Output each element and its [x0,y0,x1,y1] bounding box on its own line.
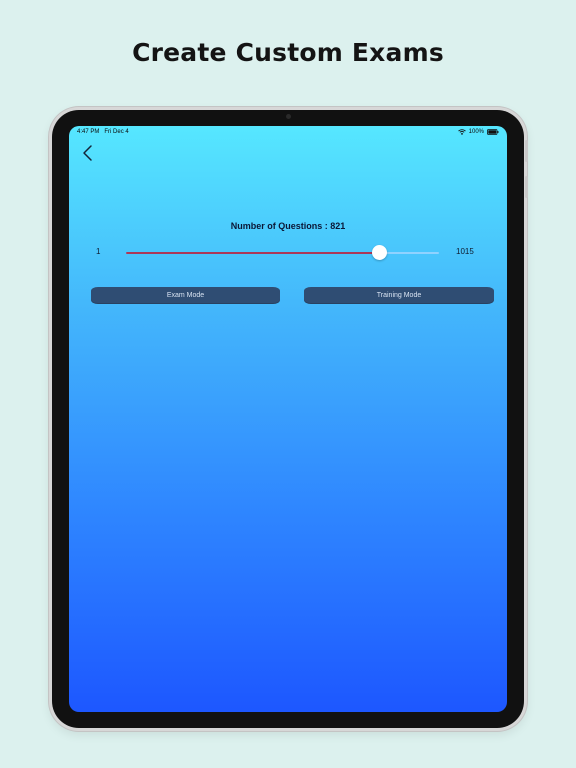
slider-fill [126,252,380,254]
chevron-left-icon [81,145,95,166]
headline: Create Custom Exams [132,38,444,67]
training-mode-button[interactable]: Training Mode [304,287,494,304]
back-button[interactable] [81,144,95,162]
status-time: 4:47 PM [77,129,100,135]
exam-mode-label: Exam Mode [166,292,205,299]
slider-min-label: 1 [96,247,101,256]
wifi-icon [457,129,466,135]
exam-mode-button[interactable]: Exam Mode [91,287,280,304]
status-bar: 4:47 PM Fri Dec 4 100% [69,126,507,140]
slider-max-label: 1015 [456,247,474,256]
status-indicators: 100% [457,129,499,135]
question-count-slider[interactable] [126,245,439,261]
slider-thumb[interactable] [372,245,388,260]
training-mode-label: Training Mode [376,292,422,299]
question-count-title: Number of Questions : 821 [230,221,346,231]
status-date: Fri Dec 4 [104,129,129,135]
status-time-group: 4:47 PM Fri Dec 4 [77,129,129,135]
tablet-side-button [525,176,528,198]
front-camera [286,114,291,119]
battery-icon [487,129,499,135]
battery-percent: 100% [468,129,484,135]
tablet-side-button [525,140,528,162]
app-screen: 4:47 PM Fri Dec 4 100% Number of Questio… [69,126,507,712]
